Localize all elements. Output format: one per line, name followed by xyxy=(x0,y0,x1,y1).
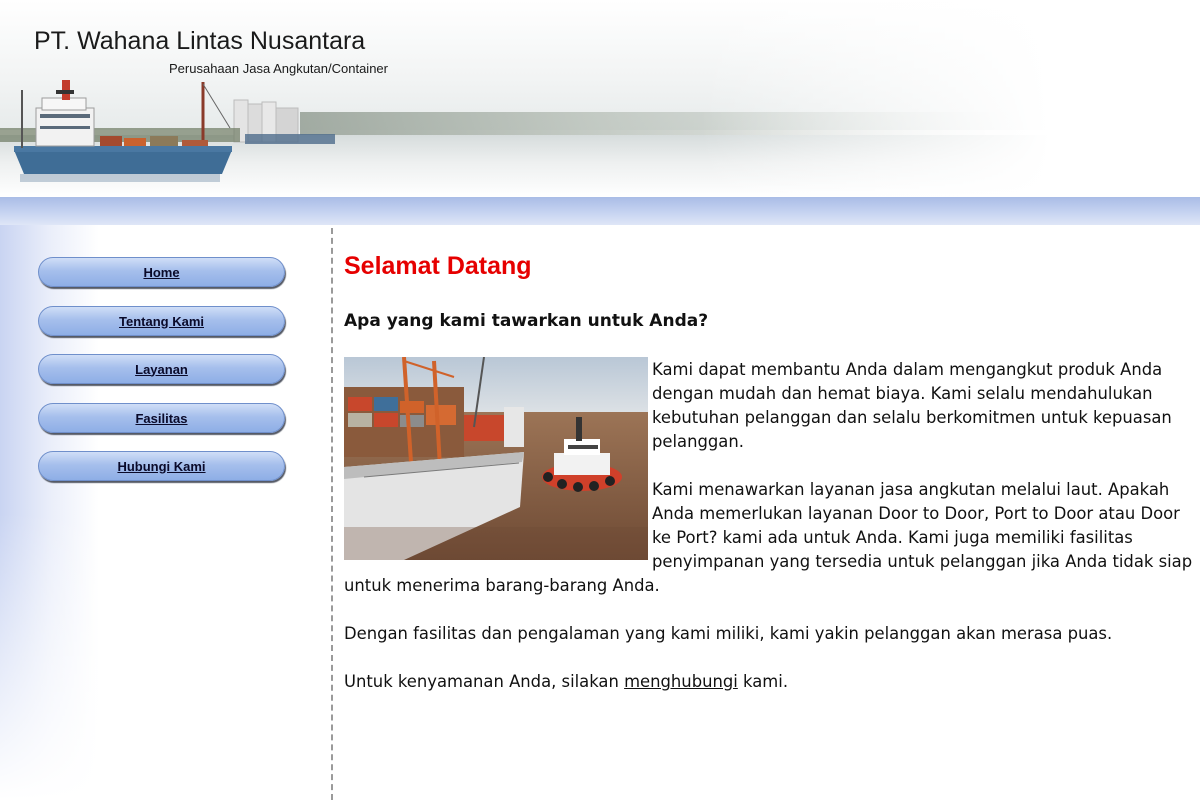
content-divider xyxy=(331,228,333,800)
nav-hubungi-kami-button[interactable]: Hubungi Kami xyxy=(38,451,285,481)
section-heading: Apa yang kami tawarkan untuk Anda? xyxy=(344,311,709,331)
company-name: PT. Wahana Lintas Nusantara xyxy=(34,27,366,55)
header-band xyxy=(0,197,1200,225)
nav-home-button[interactable]: Home xyxy=(38,257,285,287)
header-fade xyxy=(700,0,1200,197)
nav-tentang-kami-label: Tentang Kami xyxy=(119,313,204,329)
company-tagline: Perusahaan Jasa Angkutan/Container xyxy=(169,61,388,76)
site-header: PT. Wahana Lintas Nusantara Perusahaan J… xyxy=(0,0,1200,197)
contact-link[interactable]: menghubungi xyxy=(624,672,738,691)
closing-suffix: kami. xyxy=(737,672,789,691)
nav-tentang-kami-button[interactable]: Tentang Kami xyxy=(38,306,285,336)
nav-fasilitas-label: Fasilitas xyxy=(135,410,188,426)
page-title: Selamat Datang xyxy=(344,252,532,280)
nav-layanan-label: Layanan xyxy=(135,361,188,377)
nav-layanan-button[interactable]: Layanan xyxy=(38,354,285,384)
nav-fasilitas-button[interactable]: Fasilitas xyxy=(38,403,285,433)
closing-prefix: Untuk kenyamanan Anda, silakan xyxy=(344,672,625,691)
nav-hubungi-kami-label: Hubungi Kami xyxy=(117,458,206,474)
header-ship-image xyxy=(0,80,335,182)
nav-home-label: Home xyxy=(143,264,180,280)
paragraph-facilities: Dengan fasilitas dan pengalaman yang kam… xyxy=(344,624,1113,643)
paragraph-closing: Untuk kenyamanan Anda, silakan menghubun… xyxy=(344,670,1194,694)
main-content: Kami dapat membantu Anda dalam mengangku… xyxy=(344,358,1194,718)
